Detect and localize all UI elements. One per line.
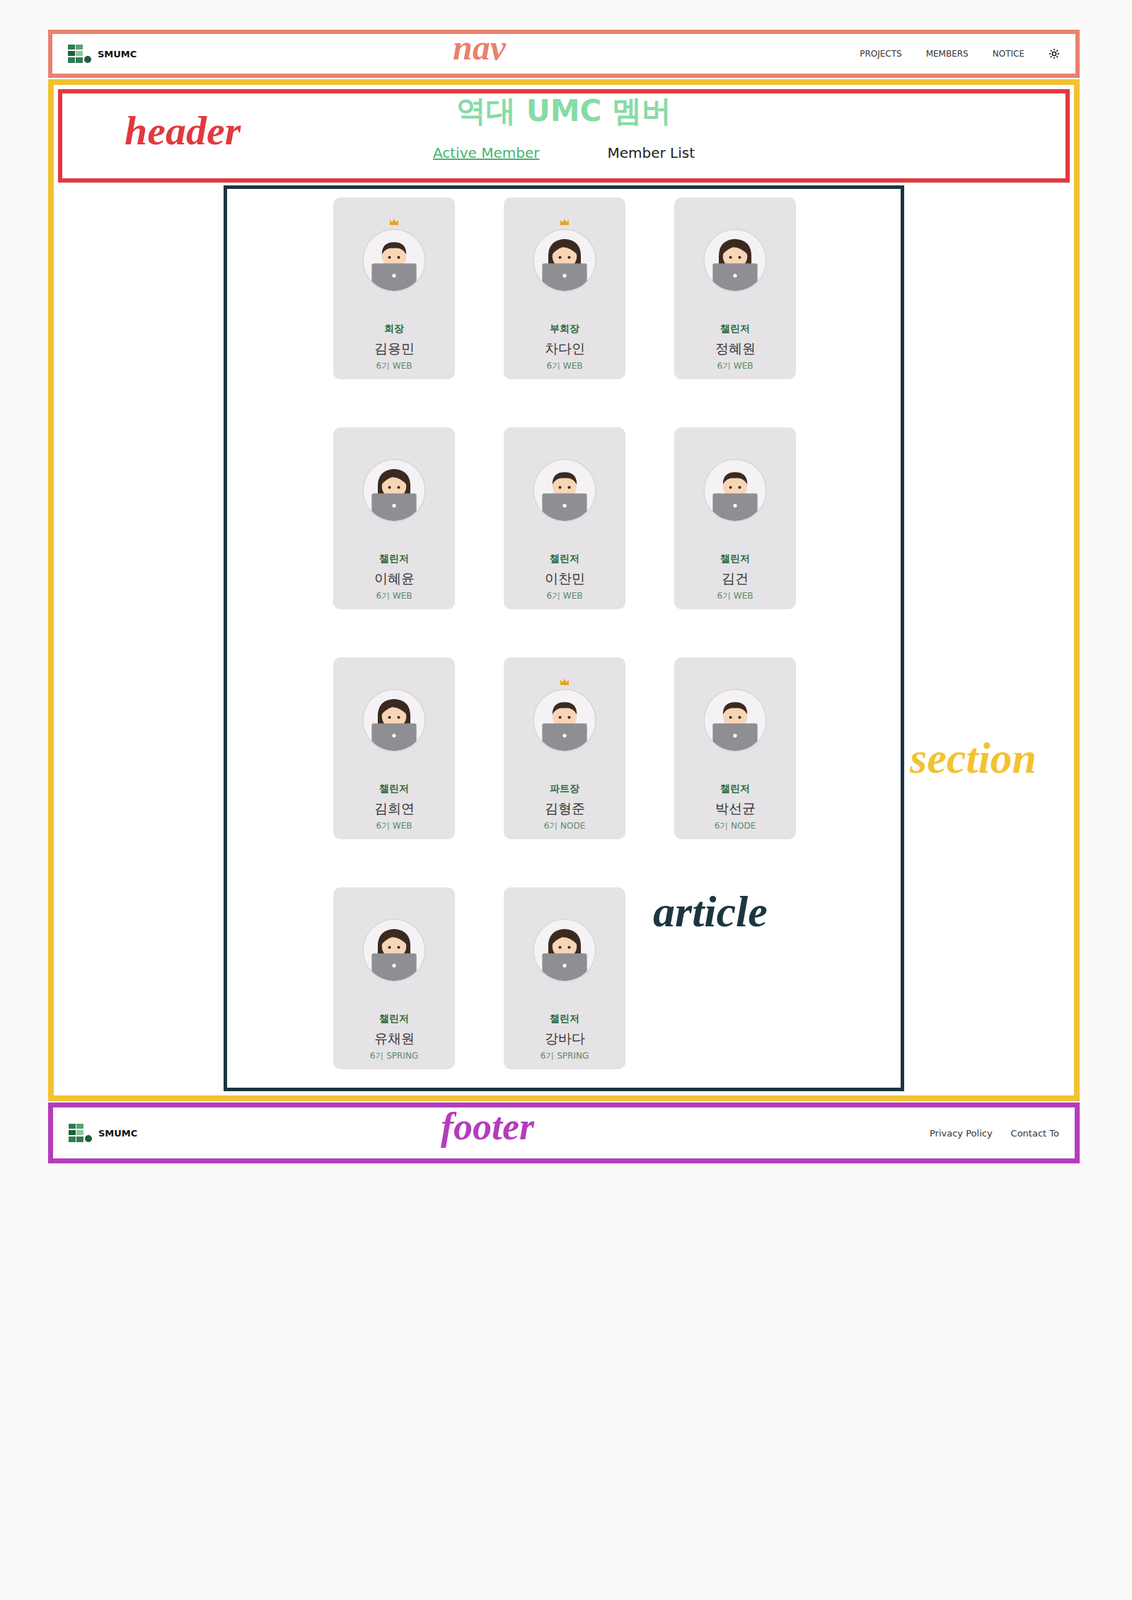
sun-icon[interactable] (1048, 48, 1060, 60)
tabs: Active Member Member List (432, 144, 695, 162)
member-generation: 6기 NODE (714, 819, 757, 833)
member-role: 회장 (384, 322, 404, 336)
avatar (532, 457, 598, 523)
nav: nav SMUMC PROJECTS MEMBERS NOTICE (48, 29, 1080, 78)
avatar (532, 687, 598, 753)
member-role: 파트장 (549, 782, 580, 796)
member-role: 챌린저 (549, 1012, 580, 1026)
footer-link[interactable]: Contact To (1011, 1127, 1060, 1139)
member-generation: 6기 WEB (375, 360, 412, 373)
member-card[interactable]: 챌린저유채원6기 SPRING (333, 887, 455, 1070)
brand-name[interactable]: SMUMC (97, 48, 137, 60)
avatar (532, 227, 598, 293)
member-generation: 6기 WEB (546, 590, 583, 603)
member-role: 챌린저 (720, 782, 750, 796)
member-name: 김건 (721, 569, 749, 588)
member-name: 이혜윤 (374, 569, 415, 588)
member-name: 김용민 (374, 339, 415, 358)
logo-icon (68, 1123, 93, 1142)
member-card[interactable]: 회장김용민 6기 WEB (333, 197, 455, 380)
member-name: 차다인 (544, 339, 586, 358)
member-generation: 6기 NODE (544, 819, 586, 833)
woman-avatar-icon (702, 227, 768, 293)
man-avatar-icon (532, 457, 598, 523)
avatar (361, 917, 427, 983)
footer: footer SMUMC Privacy Policy Contact To (48, 1102, 1080, 1164)
woman-avatar-icon (361, 687, 427, 753)
member-name: 김희연 (374, 799, 415, 818)
brand[interactable]: SMUMC (67, 44, 137, 63)
logo-icon (67, 44, 92, 63)
member-name: 강바다 (544, 1029, 586, 1048)
man-avatar-icon (361, 227, 427, 293)
man-avatar-icon (702, 457, 768, 523)
member-role: 챌린저 (720, 322, 750, 336)
member-card[interactable]: 챌린저이혜윤 6기 WEB (333, 427, 455, 610)
nav-link[interactable]: NOTICE (992, 48, 1025, 59)
avatar (361, 457, 427, 523)
section: section header 역대 UMC 멤버 Active Member Membe… (48, 79, 1080, 1101)
member-card[interactable]: 챌린저강바다6기 SPRING (503, 887, 626, 1070)
footer-annotation: footer (440, 1107, 535, 1146)
avatar (532, 917, 598, 983)
nav-link[interactable]: PROJECTS (859, 48, 902, 59)
member-name: 이찬민 (544, 569, 586, 588)
member-role: 챌린저 (379, 552, 409, 566)
tab[interactable]: Active Member (432, 144, 540, 162)
nav-bar: SMUMC PROJECTS MEMBERS NOTICE (52, 33, 1076, 74)
footer-brand[interactable]: SMUMC (68, 1123, 138, 1142)
woman-avatar-icon (532, 227, 598, 293)
member-role: 챌린저 (549, 552, 580, 566)
member-role: 챌린저 (720, 552, 750, 566)
member-generation: 6기 WEB (716, 360, 753, 373)
section-annotation: section (909, 735, 1037, 780)
woman-avatar-icon (532, 917, 598, 983)
member-card[interactable]: 파트장김형준6기 NODE (503, 657, 626, 840)
member-generation: 6기 WEB (716, 590, 753, 603)
member-generation: 6기 SPRING (540, 1049, 589, 1062)
avatar (361, 227, 427, 293)
member-grid: 회장김용민6기 WEB부회장차다인6기 WEB챌린저정혜원6기 WEB챌린저이혜… (227, 188, 901, 1088)
avatar (702, 227, 768, 293)
member-generation: 6기 WEB (375, 590, 412, 603)
member-role: 부회장 (549, 322, 580, 336)
avatar (361, 687, 427, 753)
crown-icon (389, 217, 400, 226)
nav-link[interactable]: MEMBERS (926, 48, 969, 59)
member-name: 박선균 (715, 799, 756, 818)
article-annotation: article (653, 889, 768, 934)
footer-brand-name[interactable]: SMUMC (98, 1127, 138, 1139)
article: article회장김용민6기 WEB부회장차다인6기 WEB챌린저정혜원6기 W… (223, 185, 905, 1091)
woman-avatar-icon (361, 917, 427, 983)
member-name: 김형준 (544, 799, 586, 818)
woman-avatar-icon (361, 457, 427, 523)
member-card[interactable]: 챌린저김희연6기 WEB (333, 657, 455, 840)
member-card[interactable]: 챌린저김건 6기 WEB (674, 427, 796, 610)
header: header 역대 UMC 멤버 Active Member Member List (58, 89, 1070, 183)
man-avatar-icon (532, 687, 598, 753)
member-role: 챌린저 (379, 1012, 409, 1026)
nav-annotation: nav (452, 29, 506, 66)
avatar (702, 457, 768, 523)
tab[interactable]: Member List (607, 144, 695, 162)
member-name: 유채원 (374, 1029, 415, 1048)
member-name: 정혜원 (715, 339, 756, 358)
footer-bar: SMUMC Privacy Policy Contact To (53, 1107, 1075, 1159)
avatar (702, 687, 768, 753)
header-annotation: header (124, 110, 241, 152)
member-generation: 6기 WEB (546, 360, 583, 373)
member-generation: 6기 WEB (375, 819, 412, 833)
member-card[interactable]: 챌린저정혜원 6기 WEB (674, 197, 796, 380)
member-card[interactable]: 챌린저박선균6기 NODE (674, 657, 796, 840)
crown-icon (559, 677, 570, 686)
page: nav SMUMC PROJECTS MEMBERS NOTICE section head… (0, 0, 1132, 1600)
footer-link[interactable]: Privacy Policy (929, 1127, 993, 1139)
member-role: 챌린저 (379, 782, 409, 796)
man-avatar-icon (702, 687, 768, 753)
member-card[interactable]: 부회장차다인 6기 WEB (503, 197, 626, 380)
crown-icon (559, 217, 570, 226)
member-generation: 6기 SPRING (370, 1049, 419, 1062)
page-title: 역대 UMC 멤버 (456, 93, 672, 129)
member-card[interactable]: 챌린저이찬민 6기 WEB (503, 427, 626, 610)
